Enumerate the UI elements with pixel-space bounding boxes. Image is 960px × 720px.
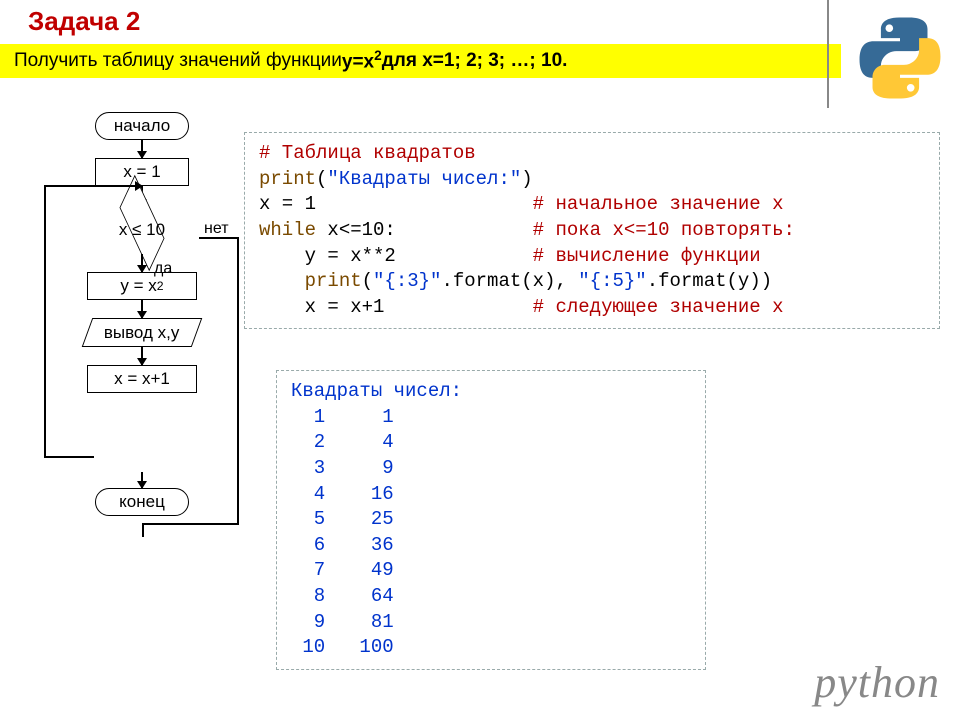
- flowchart: начало x = 1 x ≤ 10 y = x2 вывод x,y x =…: [32, 112, 252, 516]
- output-row: 8 64: [291, 585, 394, 607]
- python-wordmark: python: [814, 657, 940, 708]
- task-statement: Получить таблицу значений функции y=x2 д…: [0, 44, 841, 78]
- output-row: 10 100: [291, 636, 394, 658]
- output-row: 4 16: [291, 483, 394, 505]
- output-row: 1 1: [291, 406, 394, 428]
- task-suffix: для x=1; 2; 3; …; 10.: [382, 50, 568, 72]
- task-func: y=x2: [342, 48, 382, 73]
- output-row: 5 25: [291, 508, 394, 530]
- flow-arrowhead: [135, 181, 143, 191]
- output-row: 7 49: [291, 559, 394, 581]
- flow-arrow: [141, 300, 143, 318]
- flow-output: вывод x,y: [82, 318, 203, 347]
- flow-incr: x = x+1: [87, 365, 197, 393]
- flow-line: [44, 456, 94, 458]
- flow-line: [142, 523, 144, 537]
- flow-label-no: нет: [204, 220, 229, 238]
- output-row: 9 81: [291, 611, 394, 633]
- python-logo-icon: [858, 16, 942, 100]
- flow-arrow: [141, 140, 143, 158]
- flow-arrow: [141, 254, 143, 272]
- output-row: 3 9: [291, 457, 394, 479]
- flow-line: [44, 185, 46, 458]
- output-row: 2 4: [291, 431, 394, 453]
- flow-label-yes: да: [154, 260, 172, 278]
- header-divider: [827, 0, 829, 108]
- flow-line: [237, 237, 239, 525]
- flow-arrow: [141, 472, 143, 488]
- task-prefix: Получить таблицу значений функции: [14, 50, 342, 72]
- output-row: 6 36: [291, 534, 394, 556]
- flow-end: конец: [95, 488, 189, 516]
- flow-calc: y = x2: [87, 272, 197, 300]
- program-output: Квадраты чисел: 1 1 2 4 3 9 4 16 5 25 6 …: [276, 370, 706, 670]
- flow-line: [44, 185, 136, 187]
- flow-start: начало: [95, 112, 189, 140]
- flow-line: [142, 523, 237, 525]
- code-listing: # Таблица квадратов print("Квадраты чисе…: [244, 132, 940, 329]
- flow-arrow: [141, 347, 143, 365]
- page-title: Задача 2: [28, 6, 140, 37]
- flow-line: [199, 237, 237, 239]
- output-header: Квадраты чисел:: [291, 380, 462, 402]
